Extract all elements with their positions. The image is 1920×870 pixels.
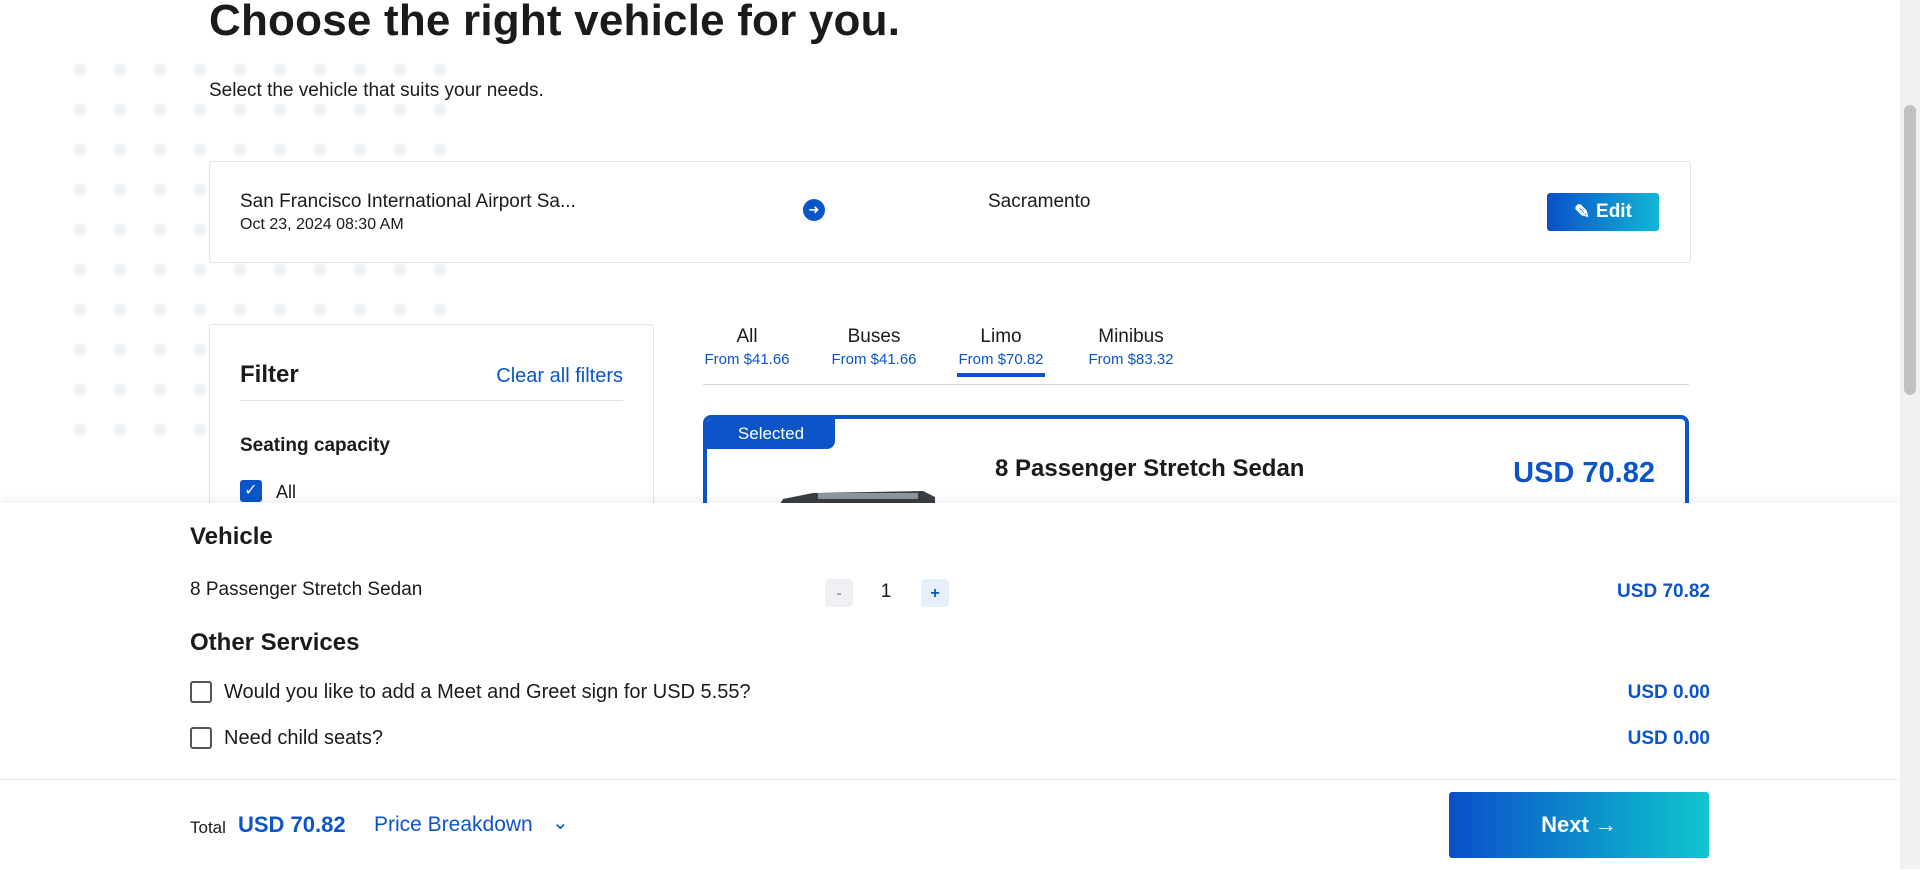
child-seats-amount: USD 0.00 [1627, 728, 1710, 749]
total-label: Total [190, 818, 226, 837]
vehicle-amount: USD 70.82 [1617, 581, 1710, 602]
pickup-location: San Francisco International Airport Sa..… [240, 191, 576, 212]
next-button[interactable]: Next → [1449, 792, 1709, 858]
page-subtitle: Select the vehicle that suits your needs… [209, 80, 544, 101]
chevron-down-icon[interactable]: ⌄ [552, 810, 569, 835]
pickup-datetime: Oct 23, 2024 08:30 AM [240, 216, 404, 233]
route-summary: San Francisco International Airport Sa..… [209, 161, 1691, 263]
total-value: USD 70.82 [238, 812, 346, 837]
seating-all-checkbox[interactable]: ✓ [240, 480, 262, 502]
seating-capacity-heading: Seating capacity [240, 435, 390, 456]
pencil-icon: ✎ [1574, 201, 1591, 223]
tab-name: Limo [980, 326, 1022, 347]
child-seats-label: Need child seats? [224, 727, 383, 749]
meet-greet-amount: USD 0.00 [1627, 682, 1710, 703]
tab-minibus[interactable]: Minibus From $83.32 [1086, 326, 1176, 368]
vehicle-type-tabs: All From $41.66 Buses From $41.66 Limo F… [703, 326, 1689, 385]
price-breakdown-link[interactable]: Price Breakdown [374, 813, 533, 837]
meet-greet-label: Would you like to add a Meet and Greet s… [224, 681, 751, 703]
tab-name: Minibus [1098, 326, 1164, 347]
quantity-value: 1 [880, 581, 892, 602]
clear-filters-link[interactable]: Clear all filters [496, 365, 623, 388]
other-services-heading: Other Services [190, 629, 360, 656]
vehicle-heading: Vehicle [190, 523, 273, 550]
filter-title: Filter [240, 361, 299, 388]
meet-greet-checkbox[interactable] [190, 681, 212, 703]
summary-vehicle-name: 8 Passenger Stretch Sedan [190, 579, 423, 600]
tab-name: Buses [847, 326, 901, 347]
selected-badge: Selected [707, 419, 835, 449]
page-scrollbar[interactable] [1900, 0, 1920, 869]
filter-divider [240, 400, 623, 401]
checkout-footer: Total USD 70.82 Price Breakdown ⌄ Next → [0, 779, 1900, 870]
tab-limo[interactable]: Limo From $70.82 [957, 326, 1045, 377]
child-seats-checkbox[interactable] [190, 727, 212, 749]
active-tab-indicator [957, 373, 1045, 377]
quantity-increase-button[interactable]: + [921, 579, 949, 607]
arrow-right-icon: ➜ [803, 199, 825, 221]
seating-all-label: All [276, 482, 297, 502]
filter-panel: Filter Clear all filters Seating capacit… [209, 324, 654, 506]
dropoff-location: Sacramento [988, 191, 1091, 212]
vehicle-name: 8 Passenger Stretch Sedan [995, 455, 1305, 482]
tab-price: From $41.66 [704, 351, 790, 368]
scrollbar-thumb[interactable] [1904, 105, 1916, 395]
quantity-decrease-button[interactable]: - [825, 579, 853, 607]
edit-button-label: Edit [1596, 201, 1632, 222]
tab-buses[interactable]: Buses From $41.66 [830, 326, 918, 368]
edit-button[interactable]: ✎ Edit [1547, 193, 1659, 231]
vehicle-price: USD 70.82 [1513, 457, 1655, 489]
tab-all[interactable]: All From $41.66 [703, 326, 791, 368]
page-title: Choose the right vehicle for you. [209, 0, 901, 45]
tab-price: From $41.66 [831, 351, 917, 368]
tab-price: From $83.32 [1088, 351, 1174, 368]
tab-name: All [736, 326, 758, 347]
tab-price: From $70.82 [958, 351, 1044, 368]
